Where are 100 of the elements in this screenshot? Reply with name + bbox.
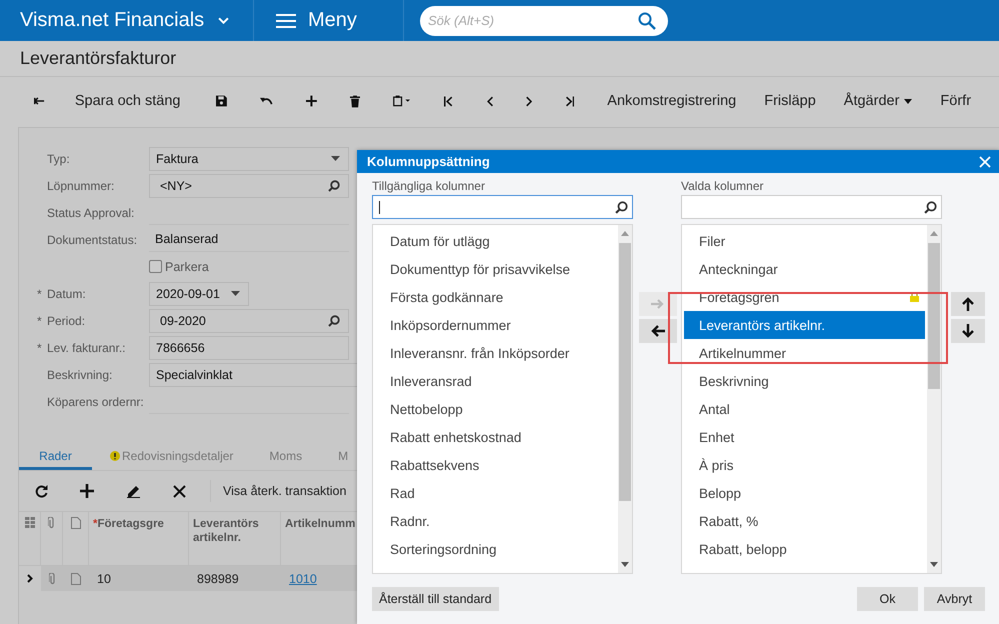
- input-field[interactable]: Faktura: [149, 146, 349, 170]
- note-icon: [71, 572, 81, 584]
- field-value: Balanserad: [155, 232, 218, 246]
- list-item[interactable]: Sorteringsordning: [375, 535, 616, 563]
- required-marker: *: [37, 314, 42, 328]
- toolbar-button[interactable]: Frisläpp: [764, 93, 816, 109]
- required-marker: *: [37, 286, 42, 300]
- list-item[interactable]: Inleveransnr. från Inköpsorder: [375, 339, 616, 367]
- paperclip-icon: [48, 517, 55, 529]
- input-field[interactable]: 7866656: [149, 336, 349, 360]
- table-cell: 898989: [197, 572, 239, 586]
- note-icon: [70, 517, 80, 529]
- list-item[interactable]: Anteckningar: [684, 255, 925, 283]
- input-field[interactable]: <NY>: [149, 174, 349, 198]
- previous-icon[interactable]: [486, 94, 493, 108]
- list-item[interactable]: Radnr.: [375, 507, 616, 535]
- list-item[interactable]: Nettobelopp: [375, 395, 616, 423]
- dialog-title: Kolumnuppsättning: [367, 154, 490, 169]
- search-icon: [924, 200, 937, 214]
- field-label: Period:: [47, 314, 86, 328]
- search-icon: [615, 200, 628, 214]
- reset-button[interactable]: Återställ till standard: [372, 587, 499, 611]
- paperclip-icon: [48, 572, 56, 584]
- search-field[interactable]: Sök (Alt+S): [420, 6, 668, 36]
- search-icon: [328, 314, 340, 326]
- save-close-button[interactable]: Spara och stäng: [74, 93, 180, 109]
- menu-icon: [276, 14, 296, 28]
- list-item[interactable]: Antal: [684, 395, 925, 423]
- field-label: Status Approval:: [47, 206, 134, 220]
- last-page-icon[interactable]: [564, 94, 574, 108]
- scrollbar[interactable]: [618, 225, 632, 573]
- list-label: Tillgängliga kolumner: [372, 179, 486, 195]
- grid-settings-icon[interactable]: [24, 517, 34, 528]
- back-arrow-icon[interactable]: [34, 96, 45, 106]
- field-label: Löpnummer:: [47, 178, 114, 192]
- right-arrow-icon: [651, 298, 665, 310]
- input-field[interactable]: 2020-09-01: [149, 282, 249, 306]
- list-item[interactable]: Rabatt, %: [684, 507, 925, 535]
- list-item[interactable]: Filer: [684, 227, 925, 255]
- field-label: Köparens ordernr:: [47, 394, 144, 408]
- input-field[interactable]: 09-2020: [149, 308, 349, 332]
- chevron-icon: [218, 17, 230, 24]
- ok-button[interactable]: Ok: [857, 587, 918, 611]
- grid-toolbar-button[interactable]: Visa återk. transaktion: [223, 484, 346, 498]
- list-item[interactable]: Belopp: [684, 479, 925, 507]
- column-header[interactable]: *Företagsgre: [89, 512, 189, 565]
- table-cell: 10: [97, 572, 111, 586]
- toolbar-button[interactable]: Åtgärder: [844, 93, 912, 109]
- add-icon[interactable]: [306, 94, 317, 108]
- list-item[interactable]: Dokumenttyp för prisavvikelse: [375, 255, 616, 283]
- left-arrow-icon: [651, 325, 665, 337]
- list-item[interactable]: Enhet: [684, 423, 925, 451]
- pencil-icon[interactable]: [126, 484, 141, 498]
- parkera-checkbox[interactable]: Parkera: [149, 256, 209, 276]
- list-item[interactable]: Artikelnummer: [684, 339, 925, 367]
- trash-icon[interactable]: [350, 94, 360, 108]
- toolbar-button[interactable]: Ankomstregistrering: [607, 93, 736, 109]
- caret-icon: [231, 291, 240, 296]
- search-field[interactable]: [681, 195, 942, 219]
- field-label: Dokumentstatus:: [47, 232, 138, 246]
- move-up-button[interactable]: [951, 292, 985, 316]
- save-icon[interactable]: [216, 94, 228, 108]
- list-item[interactable]: Rad: [375, 479, 616, 507]
- refresh-icon[interactable]: [35, 484, 48, 498]
- list-item[interactable]: À pris: [684, 451, 925, 479]
- list-item[interactable]: Inleveransrad: [375, 367, 616, 395]
- down-arrow-icon: [962, 324, 974, 338]
- field-label: Lev. fakturanr.:: [47, 340, 126, 354]
- list-item[interactable]: Rabatt, belopp: [684, 535, 925, 563]
- toolbar-button[interactable]: Förfr: [940, 93, 972, 109]
- column-header[interactable]: Leverantörs artikelnr.: [189, 512, 281, 565]
- caret-icon: [331, 156, 340, 161]
- next-icon[interactable]: [526, 94, 532, 108]
- add-icon[interactable]: [80, 484, 94, 498]
- field-label: Typ:: [47, 152, 70, 166]
- field-label: Beskrivning:: [47, 368, 112, 382]
- cancel-button[interactable]: Avbryt: [924, 587, 985, 611]
- move-down-button[interactable]: [951, 319, 985, 343]
- row-pointer-icon: [27, 574, 33, 583]
- list-item[interactable]: Datum för utlägg: [375, 227, 616, 255]
- list-item[interactable]: Första godkännare: [375, 283, 616, 311]
- list-item[interactable]: Leverantörs artikelnr.: [684, 311, 925, 339]
- list-item[interactable]: Beskrivning: [684, 367, 925, 395]
- undo-icon[interactable]: [260, 95, 273, 107]
- search-icon: [328, 180, 340, 192]
- list-label: Valda kolumner: [681, 179, 764, 195]
- search-field[interactable]: [372, 195, 633, 219]
- close-icon[interactable]: [173, 484, 186, 498]
- remove-column-button[interactable]: [639, 319, 677, 343]
- up-arrow-icon: [962, 297, 974, 311]
- first-page-icon[interactable]: [444, 94, 454, 108]
- list-item[interactable]: Inköpsordernummer: [375, 311, 616, 339]
- field-label: Datum:: [47, 286, 86, 300]
- list-item[interactable]: Företagsgren: [684, 283, 925, 311]
- list-item[interactable]: Rabattsekvens: [375, 451, 616, 479]
- page-title: Leverantörsfakturor: [20, 48, 176, 69]
- scrollbar[interactable]: [927, 225, 941, 573]
- required-marker: *: [37, 340, 42, 354]
- clipboard-caret-icon[interactable]: [392, 94, 412, 108]
- list-item[interactable]: Rabatt enhetskostnad: [375, 423, 616, 451]
